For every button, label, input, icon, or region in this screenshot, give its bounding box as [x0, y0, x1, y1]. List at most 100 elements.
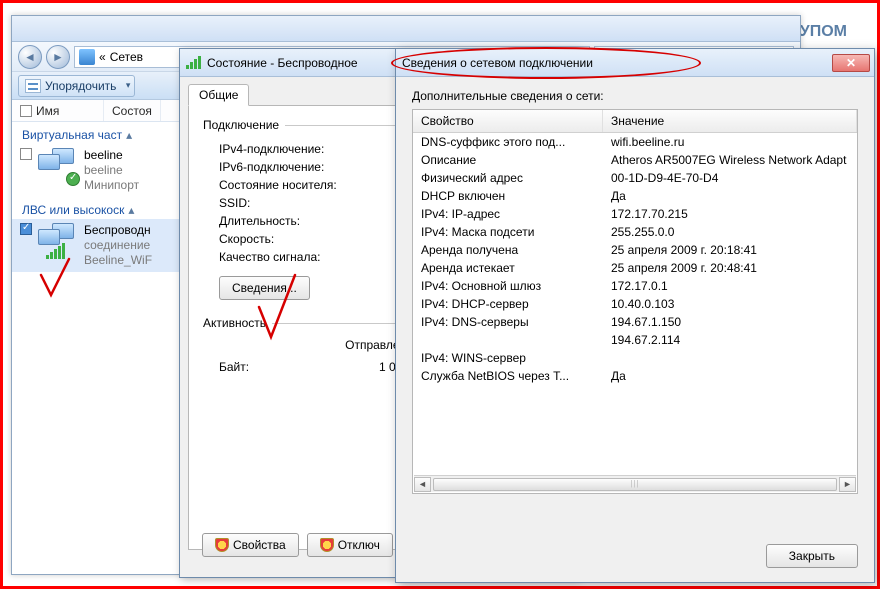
- value-cell: 25 апреля 2009 г. 20:48:41: [603, 259, 857, 277]
- disable-button[interactable]: Отключ: [307, 533, 393, 557]
- details-row[interactable]: IPv4: DNS-серверы194.67.1.150: [413, 313, 857, 331]
- value-cell: 172.17.0.1: [603, 277, 857, 295]
- tab-general[interactable]: Общие: [188, 84, 249, 106]
- status-ok-icon: [66, 172, 80, 186]
- value-cell: wifi.beeline.ru: [603, 133, 857, 151]
- property-cell: Аренда получена: [413, 241, 603, 259]
- horizontal-scrollbar[interactable]: ◄ ||| ►: [414, 475, 856, 492]
- details-row[interactable]: IPv4: Основной шлюз172.17.0.1: [413, 277, 857, 295]
- details-row[interactable]: DHCP включенДа: [413, 187, 857, 205]
- details-row[interactable]: Аренда истекает25 апреля 2009 г. 20:48:4…: [413, 259, 857, 277]
- col-property[interactable]: Свойство: [413, 110, 603, 132]
- label-duration: Длительность:: [219, 214, 379, 228]
- status-title: Состояние - Беспроводное: [207, 56, 358, 70]
- property-cell: IPv4: DHCP-сервер: [413, 295, 603, 313]
- details-row[interactable]: IPv4: Маска подсети255.255.0.0: [413, 223, 857, 241]
- organize-icon: [25, 79, 41, 93]
- chevron-up-icon[interactable]: ▴: [128, 203, 134, 217]
- bytes-label: Байт:: [219, 360, 379, 374]
- value-cell: 194.67.1.150: [603, 313, 857, 331]
- breadcrumb-sep: «: [99, 50, 106, 64]
- value-cell: [603, 349, 857, 367]
- nav-back-button[interactable]: ◄: [18, 45, 42, 69]
- value-cell: Да: [603, 367, 857, 385]
- scroll-thumb[interactable]: |||: [433, 478, 837, 491]
- select-all-checkbox[interactable]: [20, 105, 32, 117]
- details-row[interactable]: IPv4: DHCP-сервер10.40.0.103: [413, 295, 857, 313]
- details-list: Свойство Значение DNS-суффикс этого под.…: [412, 109, 858, 494]
- details-header: Свойство Значение: [413, 110, 857, 133]
- signal-icon: [186, 56, 201, 69]
- details-row[interactable]: IPv4: WINS-сервер: [413, 349, 857, 367]
- value-cell: Atheros AR5007EG Wireless Network Adapt: [603, 151, 857, 169]
- annotation-oval: [391, 47, 701, 79]
- value-cell: 10.40.0.103: [603, 295, 857, 313]
- details-row[interactable]: Служба NetBIOS через T...Да: [413, 367, 857, 385]
- details-row[interactable]: DNS-суффикс этого под...wifi.beeline.ru: [413, 133, 857, 151]
- details-row[interactable]: ОписаниеAtheros AR5007EG Wireless Networ…: [413, 151, 857, 169]
- item-checkbox[interactable]: ✓: [20, 223, 32, 235]
- details-caption: Дополнительные сведения о сети:: [412, 89, 858, 103]
- details-row[interactable]: IPv4: IP-адрес172.17.70.215: [413, 205, 857, 223]
- scroll-left-icon[interactable]: ◄: [414, 477, 431, 492]
- property-cell: IPv4: DNS-серверы: [413, 313, 603, 331]
- property-cell: IPv4: WINS-сервер: [413, 349, 603, 367]
- details-row[interactable]: Аренда получена25 апреля 2009 г. 20:18:4…: [413, 241, 857, 259]
- value-cell: 172.17.70.215: [603, 205, 857, 223]
- breadcrumb-icon: [79, 49, 95, 65]
- connection-text: beeline beeline Минипорт: [84, 148, 139, 193]
- value-cell: 255.255.0.0: [603, 223, 857, 241]
- item-checkbox[interactable]: [20, 148, 32, 160]
- col-name-label: Имя: [36, 104, 59, 118]
- property-cell: IPv4: IP-адрес: [413, 205, 603, 223]
- value-cell: Да: [603, 187, 857, 205]
- label-speed: Скорость:: [219, 232, 379, 246]
- property-cell: DHCP включен: [413, 187, 603, 205]
- connection-icon: [38, 223, 78, 259]
- scroll-right-icon[interactable]: ►: [839, 477, 856, 492]
- legend-activity: Активность: [203, 316, 266, 330]
- background-hint: УПОМ: [800, 23, 847, 41]
- label-media: Состояние носителя:: [219, 178, 379, 192]
- window-connection-details: Сведения о сетевом подключении ✕ Дополни…: [395, 48, 875, 583]
- close-button[interactable]: ✕: [832, 54, 870, 72]
- value-cell: 25 апреля 2009 г. 20:18:41: [603, 241, 857, 259]
- property-cell: Служба NetBIOS через T...: [413, 367, 603, 385]
- breadcrumb-text: Сетев: [110, 50, 143, 64]
- property-cell: IPv4: Маска подсети: [413, 223, 603, 241]
- property-cell: Описание: [413, 151, 603, 169]
- shield-icon: [215, 538, 229, 552]
- col-value[interactable]: Значение: [603, 110, 857, 132]
- connection-icon: [38, 148, 78, 184]
- property-cell: [413, 331, 603, 349]
- property-cell: DNS-суффикс этого под...: [413, 133, 603, 151]
- close-icon: ✕: [846, 56, 856, 70]
- nav-forward-button[interactable]: ►: [46, 45, 70, 69]
- property-cell: IPv4: Основной шлюз: [413, 277, 603, 295]
- col-state[interactable]: Состоя: [104, 100, 161, 121]
- details-row[interactable]: 194.67.2.114: [413, 331, 857, 349]
- organize-button[interactable]: Упорядочить: [18, 75, 135, 97]
- organize-label: Упорядочить: [45, 79, 116, 93]
- signal-icon: [46, 243, 65, 259]
- properties-button[interactable]: Свойства: [202, 533, 299, 557]
- property-cell: Физический адрес: [413, 169, 603, 187]
- label-ssid: SSID:: [219, 196, 379, 210]
- property-cell: Аренда истекает: [413, 259, 603, 277]
- connection-text: Беспроводн соединение Beeline_WiF: [84, 223, 152, 268]
- label-ipv6: IPv6-подключение:: [219, 160, 379, 174]
- shield-icon: [320, 538, 334, 552]
- group-lan-label: ЛВС или высокоск: [22, 203, 124, 217]
- details-row[interactable]: Физический адрес00-1D-D9-4E-70-D4: [413, 169, 857, 187]
- label-quality: Качество сигнала:: [219, 250, 379, 264]
- details-button[interactable]: Сведения...: [219, 276, 310, 300]
- close-dialog-button[interactable]: Закрыть: [766, 544, 858, 568]
- group-virtual-label: Виртуальная част: [22, 128, 122, 142]
- col-name[interactable]: Имя: [12, 100, 104, 121]
- value-cell: 194.67.2.114: [603, 331, 857, 349]
- value-cell: 00-1D-D9-4E-70-D4: [603, 169, 857, 187]
- explorer-titlebar[interactable]: [12, 16, 800, 42]
- legend-connection: Подключение: [203, 118, 279, 132]
- chevron-up-icon[interactable]: ▴: [126, 128, 132, 142]
- label-ipv4: IPv4-подключение:: [219, 142, 379, 156]
